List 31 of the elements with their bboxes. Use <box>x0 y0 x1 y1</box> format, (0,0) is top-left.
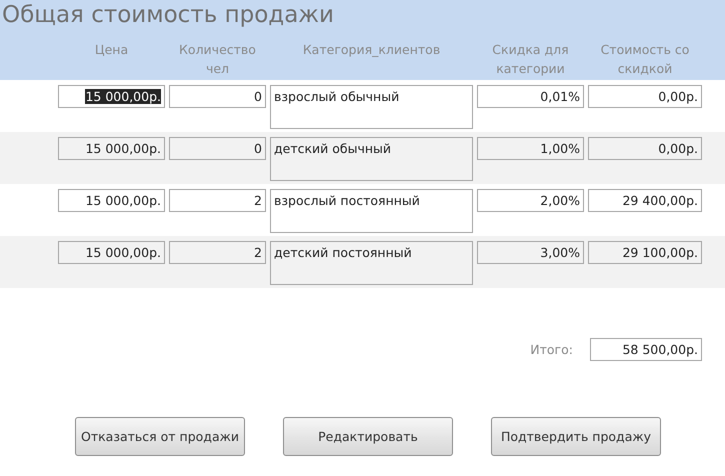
action-button[interactable]: Редактировать <box>283 417 453 456</box>
cost-field[interactable]: 0,00р. <box>588 137 702 160</box>
column-header: Количество чел <box>178 41 257 78</box>
discount-field[interactable]: 3,00% <box>477 241 584 264</box>
total-field[interactable]: 58 500,00р. <box>590 338 702 361</box>
form-title: Общая стоимость продажи <box>1 1 335 30</box>
cost-field[interactable]: 29 100,00р. <box>588 241 702 264</box>
price-field[interactable]: 15 000,00р. <box>58 241 165 264</box>
price-field[interactable]: 15 000,00р. <box>58 189 165 212</box>
cost-field[interactable]: 29 400,00р. <box>588 189 702 212</box>
column-header: Категория_клиентов <box>302 41 442 59</box>
action-button[interactable]: Отказаться от продажи <box>75 417 245 456</box>
column-header: Скидка для категории <box>491 41 570 78</box>
discount-field[interactable]: 1,00% <box>477 137 584 160</box>
column-header: Стоимость со скидкой <box>600 41 690 78</box>
column-header: Цена <box>94 41 130 59</box>
category-field[interactable]: взрослый обычный <box>270 85 473 129</box>
price-field[interactable]: 15 000,00р. <box>58 85 165 108</box>
price-field[interactable]: 15 000,00р. <box>58 137 165 160</box>
discount-field[interactable]: 2,00% <box>477 189 584 212</box>
cost-field[interactable]: 0,00р. <box>588 85 702 108</box>
count-field[interactable]: 2 <box>169 241 266 264</box>
category-field[interactable]: детский обычный <box>270 137 473 181</box>
count-field[interactable]: 0 <box>169 137 266 160</box>
discount-field[interactable]: 0,01% <box>477 85 584 108</box>
count-field[interactable]: 2 <box>169 189 266 212</box>
category-field[interactable]: взрослый постоянный <box>270 189 473 233</box>
category-field[interactable]: детский постоянный <box>270 241 473 285</box>
action-button[interactable]: Подтвердить продажу <box>491 417 661 456</box>
total-label: Итого: <box>530 342 573 357</box>
count-field[interactable]: 0 <box>169 85 266 108</box>
